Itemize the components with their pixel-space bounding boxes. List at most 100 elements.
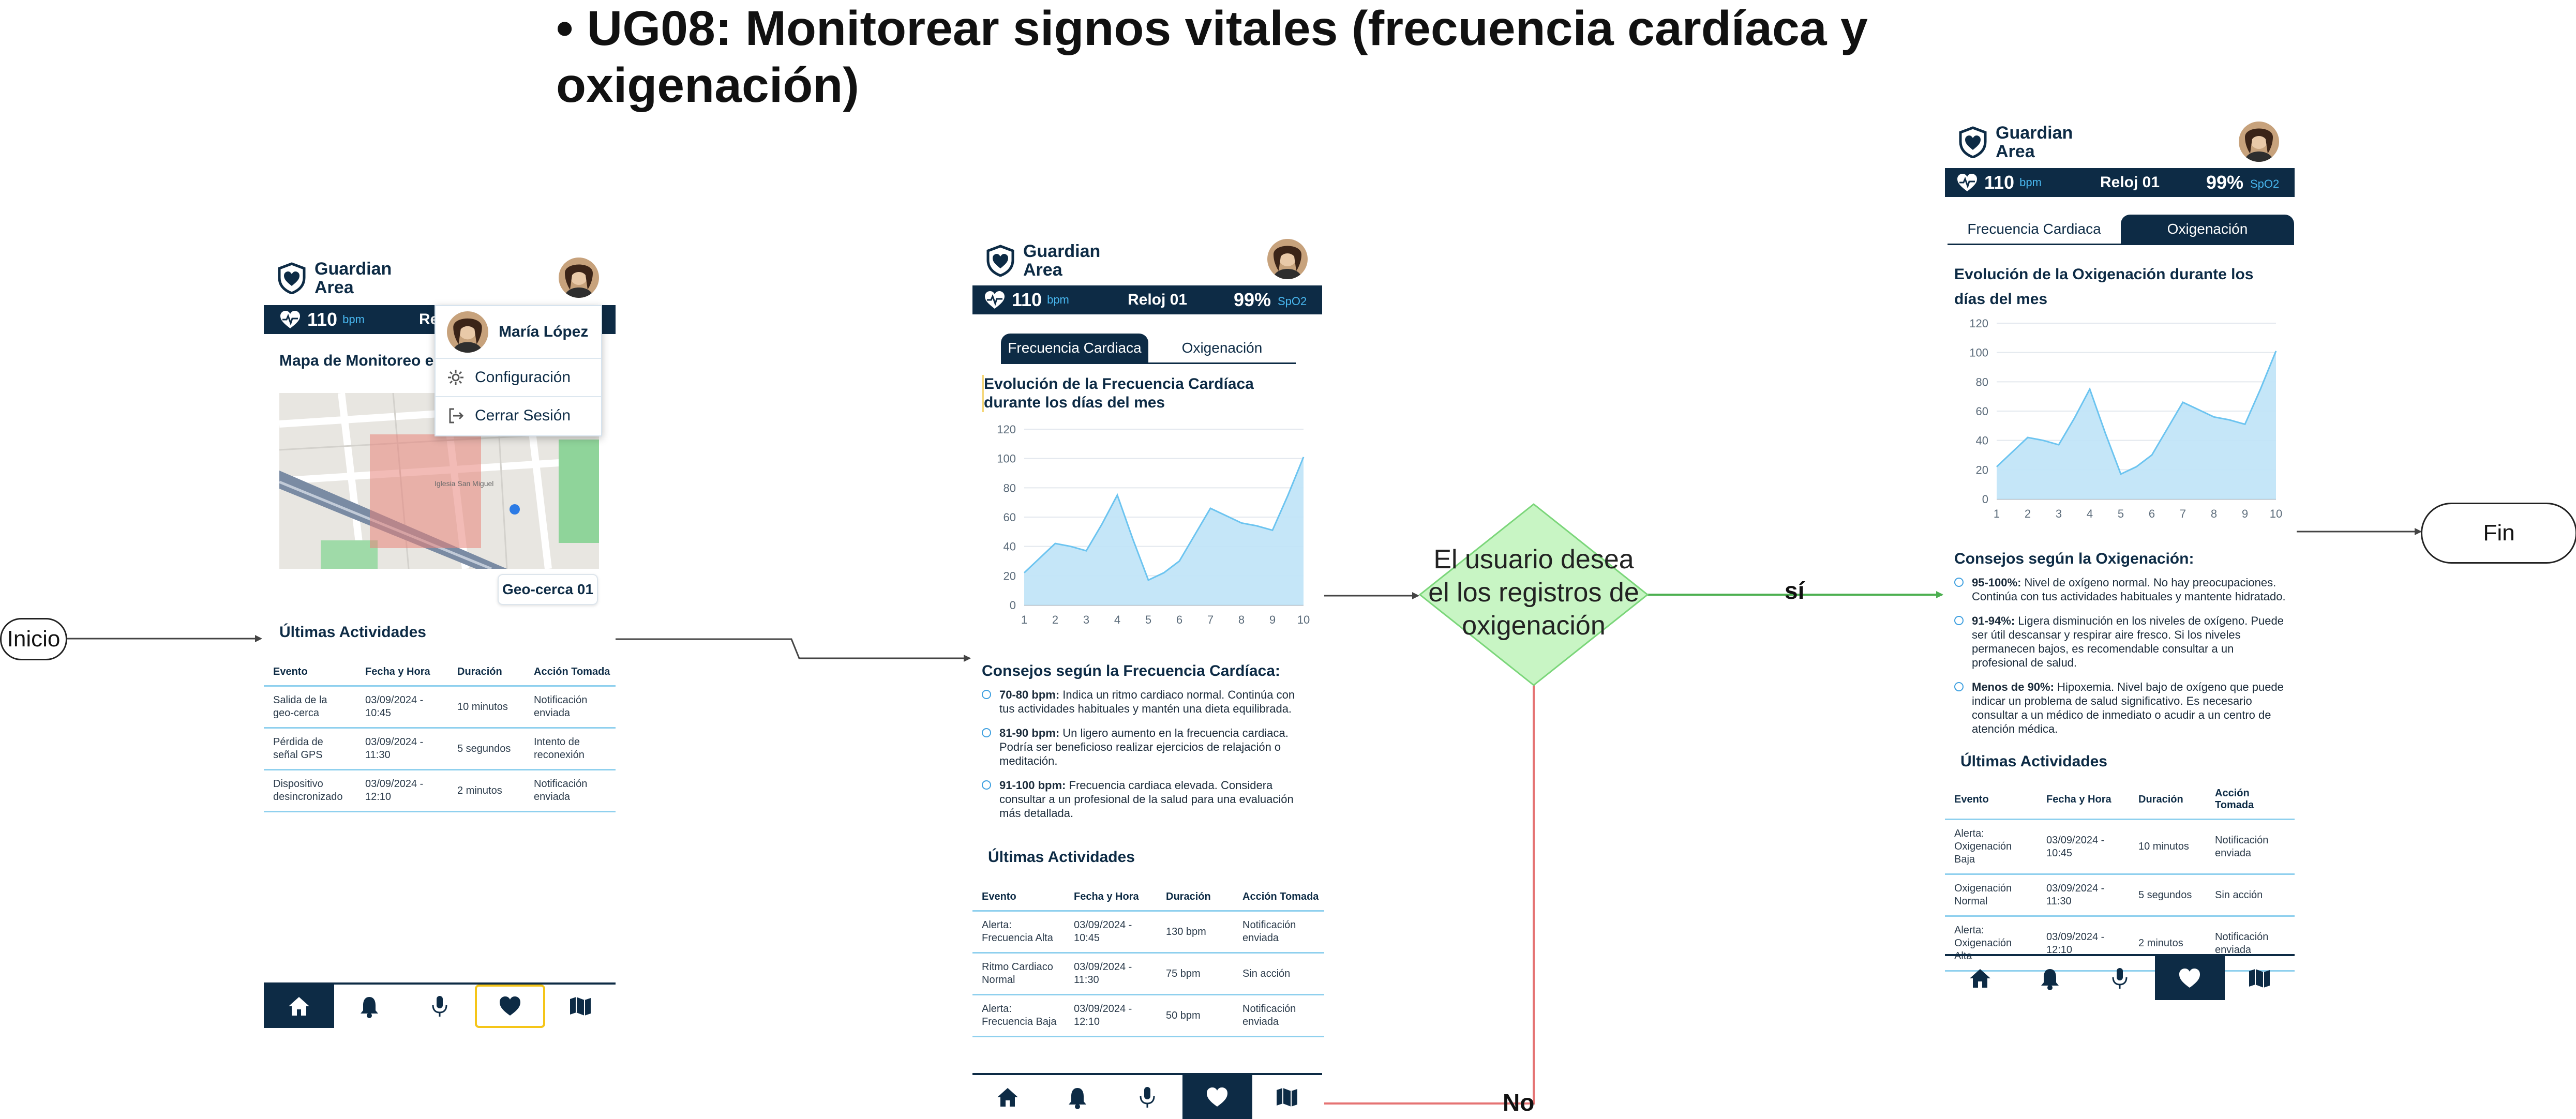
yes-label: sí	[1785, 577, 1805, 604]
nav-map[interactable]	[1252, 1075, 1322, 1119]
y-tick-label: 20	[1004, 569, 1016, 582]
x-tick-label: 7	[1207, 613, 1214, 626]
y-tick-label: 120	[997, 423, 1016, 436]
map-icon	[570, 997, 591, 1016]
nav-vitals[interactable]	[2154, 956, 2225, 1000]
decision-text: El usuario desea el los registros de oxi…	[1428, 545, 1639, 641]
col-duration: Duración	[448, 662, 525, 687]
y-tick-label: 20	[1976, 463, 1988, 476]
col-duration: Duración	[2129, 783, 2206, 820]
nav-map[interactable]	[2225, 956, 2295, 1000]
vitals-status-bar: 110 bpm Reloj 01 99% SpO2	[972, 285, 1322, 314]
y-tick-label: 120	[1969, 317, 1988, 330]
popup-logout-label: Cerrar Sesión	[475, 407, 571, 424]
popup-logout-item[interactable]: Cerrar Sesión	[436, 397, 601, 434]
x-tick-label: 6	[1176, 613, 1182, 626]
spo2-unit: SpO2	[1278, 295, 1307, 308]
nav-voice[interactable]	[405, 985, 475, 1028]
table-row: Alerta: Oxigenación Baja 03/09/2024 - 10:…	[1945, 819, 2295, 875]
x-tick-label: 3	[2056, 507, 2062, 520]
advice-text: Ligera disminución en los niveles de oxí…	[1972, 614, 2284, 669]
y-tick-label: 60	[1004, 511, 1016, 524]
bpm-unit: bpm	[342, 313, 365, 326]
advice-list: 95-100%: Nivel de oxígeno normal. No hay…	[1954, 576, 2290, 746]
user-avatar[interactable]	[1267, 239, 1308, 279]
table-row: Oxigenación Normal 03/09/2024 - 11:30 5 se…	[1945, 874, 2295, 917]
series-area	[1997, 351, 2276, 499]
nav-map[interactable]	[545, 985, 616, 1028]
table-row: Ritmo Cardiaco Normal 03/09/2024 - 11:30 7…	[972, 952, 1324, 995]
y-tick-label: 80	[1976, 375, 1988, 388]
x-tick-label: 2	[1052, 613, 1058, 626]
microphone-icon	[432, 996, 447, 1017]
cell: 10 minutos	[448, 686, 525, 729]
start-terminal: Inicio	[0, 618, 67, 660]
device-name: Reloj 01	[2100, 174, 2160, 191]
y-tick-label: 80	[1004, 481, 1016, 494]
x-tick-label: 7	[2180, 507, 2186, 520]
start-label: Inicio	[7, 626, 61, 652]
x-tick-label: 6	[2149, 507, 2155, 520]
geofence-button[interactable]: Geo-cerca 01	[498, 574, 598, 605]
nav-home[interactable]	[972, 1075, 1042, 1119]
tab-heart-rate[interactable]: Frecuencia Cardiaca	[1948, 215, 2121, 244]
popup-user-row: María López	[436, 306, 601, 359]
list-item: 91-94%: Ligera disminución en los nivele…	[1954, 614, 2290, 670]
cell: Intento de reconexión	[525, 728, 616, 770]
table-header-row: Evento Fecha y Hora Duración Acción Toma…	[972, 887, 1324, 912]
y-tick-label: 100	[1969, 346, 1988, 359]
gear-icon	[448, 370, 463, 385]
cell: Ritmo Cardiaco Normal	[972, 952, 1065, 995]
brand-logo: Guardian Area	[276, 260, 392, 297]
brand-line1: Guardian	[1996, 123, 2073, 143]
tab-oxygen[interactable]: Oxigenación	[2121, 215, 2294, 244]
heart-icon	[500, 996, 520, 1016]
x-tick-label: 4	[1114, 613, 1120, 626]
cell: Notificación enviada	[1233, 994, 1324, 1037]
cell: 03/09/2024 - 12:10	[1065, 994, 1157, 1037]
col-event: Evento	[1945, 783, 2037, 820]
activities-title: Últimas Actividades	[988, 849, 1135, 866]
shield-heart-icon	[278, 262, 306, 294]
user-avatar[interactable]	[2239, 122, 2279, 162]
cell: 03/09/2024 - 10:45	[1065, 911, 1157, 954]
map-place-label: Iglesia San Miguel	[435, 479, 493, 488]
user-avatar[interactable]	[559, 258, 599, 298]
popup-settings-item[interactable]: Configuración	[436, 359, 601, 397]
y-tick-label: 40	[1976, 434, 1988, 447]
map-icon	[2249, 969, 2270, 988]
nav-alerts[interactable]	[2015, 956, 2085, 1000]
nav-vitals[interactable]	[1182, 1075, 1252, 1119]
nav-home[interactable]	[1945, 956, 2015, 1000]
cell: 03/09/2024 - 11:30	[2037, 874, 2129, 917]
x-tick-label: 9	[1269, 613, 1276, 626]
home-icon	[997, 1087, 1018, 1107]
nav-home[interactable]	[264, 985, 334, 1028]
x-tick-label: 3	[1083, 613, 1089, 626]
cell: Alerta: Frecuencia Alta	[972, 911, 1065, 954]
nav-voice[interactable]	[1112, 1075, 1182, 1119]
cell: Sin acción	[2206, 874, 2295, 917]
nav-alerts[interactable]	[1042, 1075, 1112, 1119]
nav-alerts[interactable]	[334, 985, 405, 1028]
popup-settings-label: Configuración	[475, 369, 571, 386]
nav-vitals[interactable]	[475, 985, 545, 1028]
nav-voice[interactable]	[2085, 956, 2154, 1000]
tab-heart-rate[interactable]: Frecuencia Cardiaca	[1001, 334, 1148, 362]
activities-table: Evento Fecha y Hora Duración Acción Toma…	[1945, 783, 2295, 972]
col-datetime: Fecha y Hora	[356, 662, 448, 687]
cell: 130 bpm	[1157, 911, 1233, 954]
col-action: Acción Tomada	[2206, 783, 2295, 820]
cell: Notificación enviada	[1233, 911, 1324, 954]
brand-line2: Area	[1996, 142, 2035, 161]
no-label: No	[1503, 1089, 1535, 1116]
bell-icon	[2041, 969, 2059, 990]
col-datetime: Fecha y Hora	[2037, 783, 2129, 820]
tab-oxygen[interactable]: Oxigenación	[1148, 334, 1296, 362]
x-tick-label: 2	[2025, 507, 2031, 520]
cell: 03/09/2024 - 11:30	[1065, 952, 1157, 995]
screen-heart-rate: Guardian Area 110 bpm Reloj 01 99% SpO2 F…	[972, 233, 1324, 1119]
activities-table: Evento Fecha y Hora Duración Acción Toma…	[972, 887, 1324, 1037]
spo2-value: 99%	[2206, 172, 2244, 193]
chart-title: Evolución de la Oxigenación durante los …	[1954, 266, 2254, 308]
